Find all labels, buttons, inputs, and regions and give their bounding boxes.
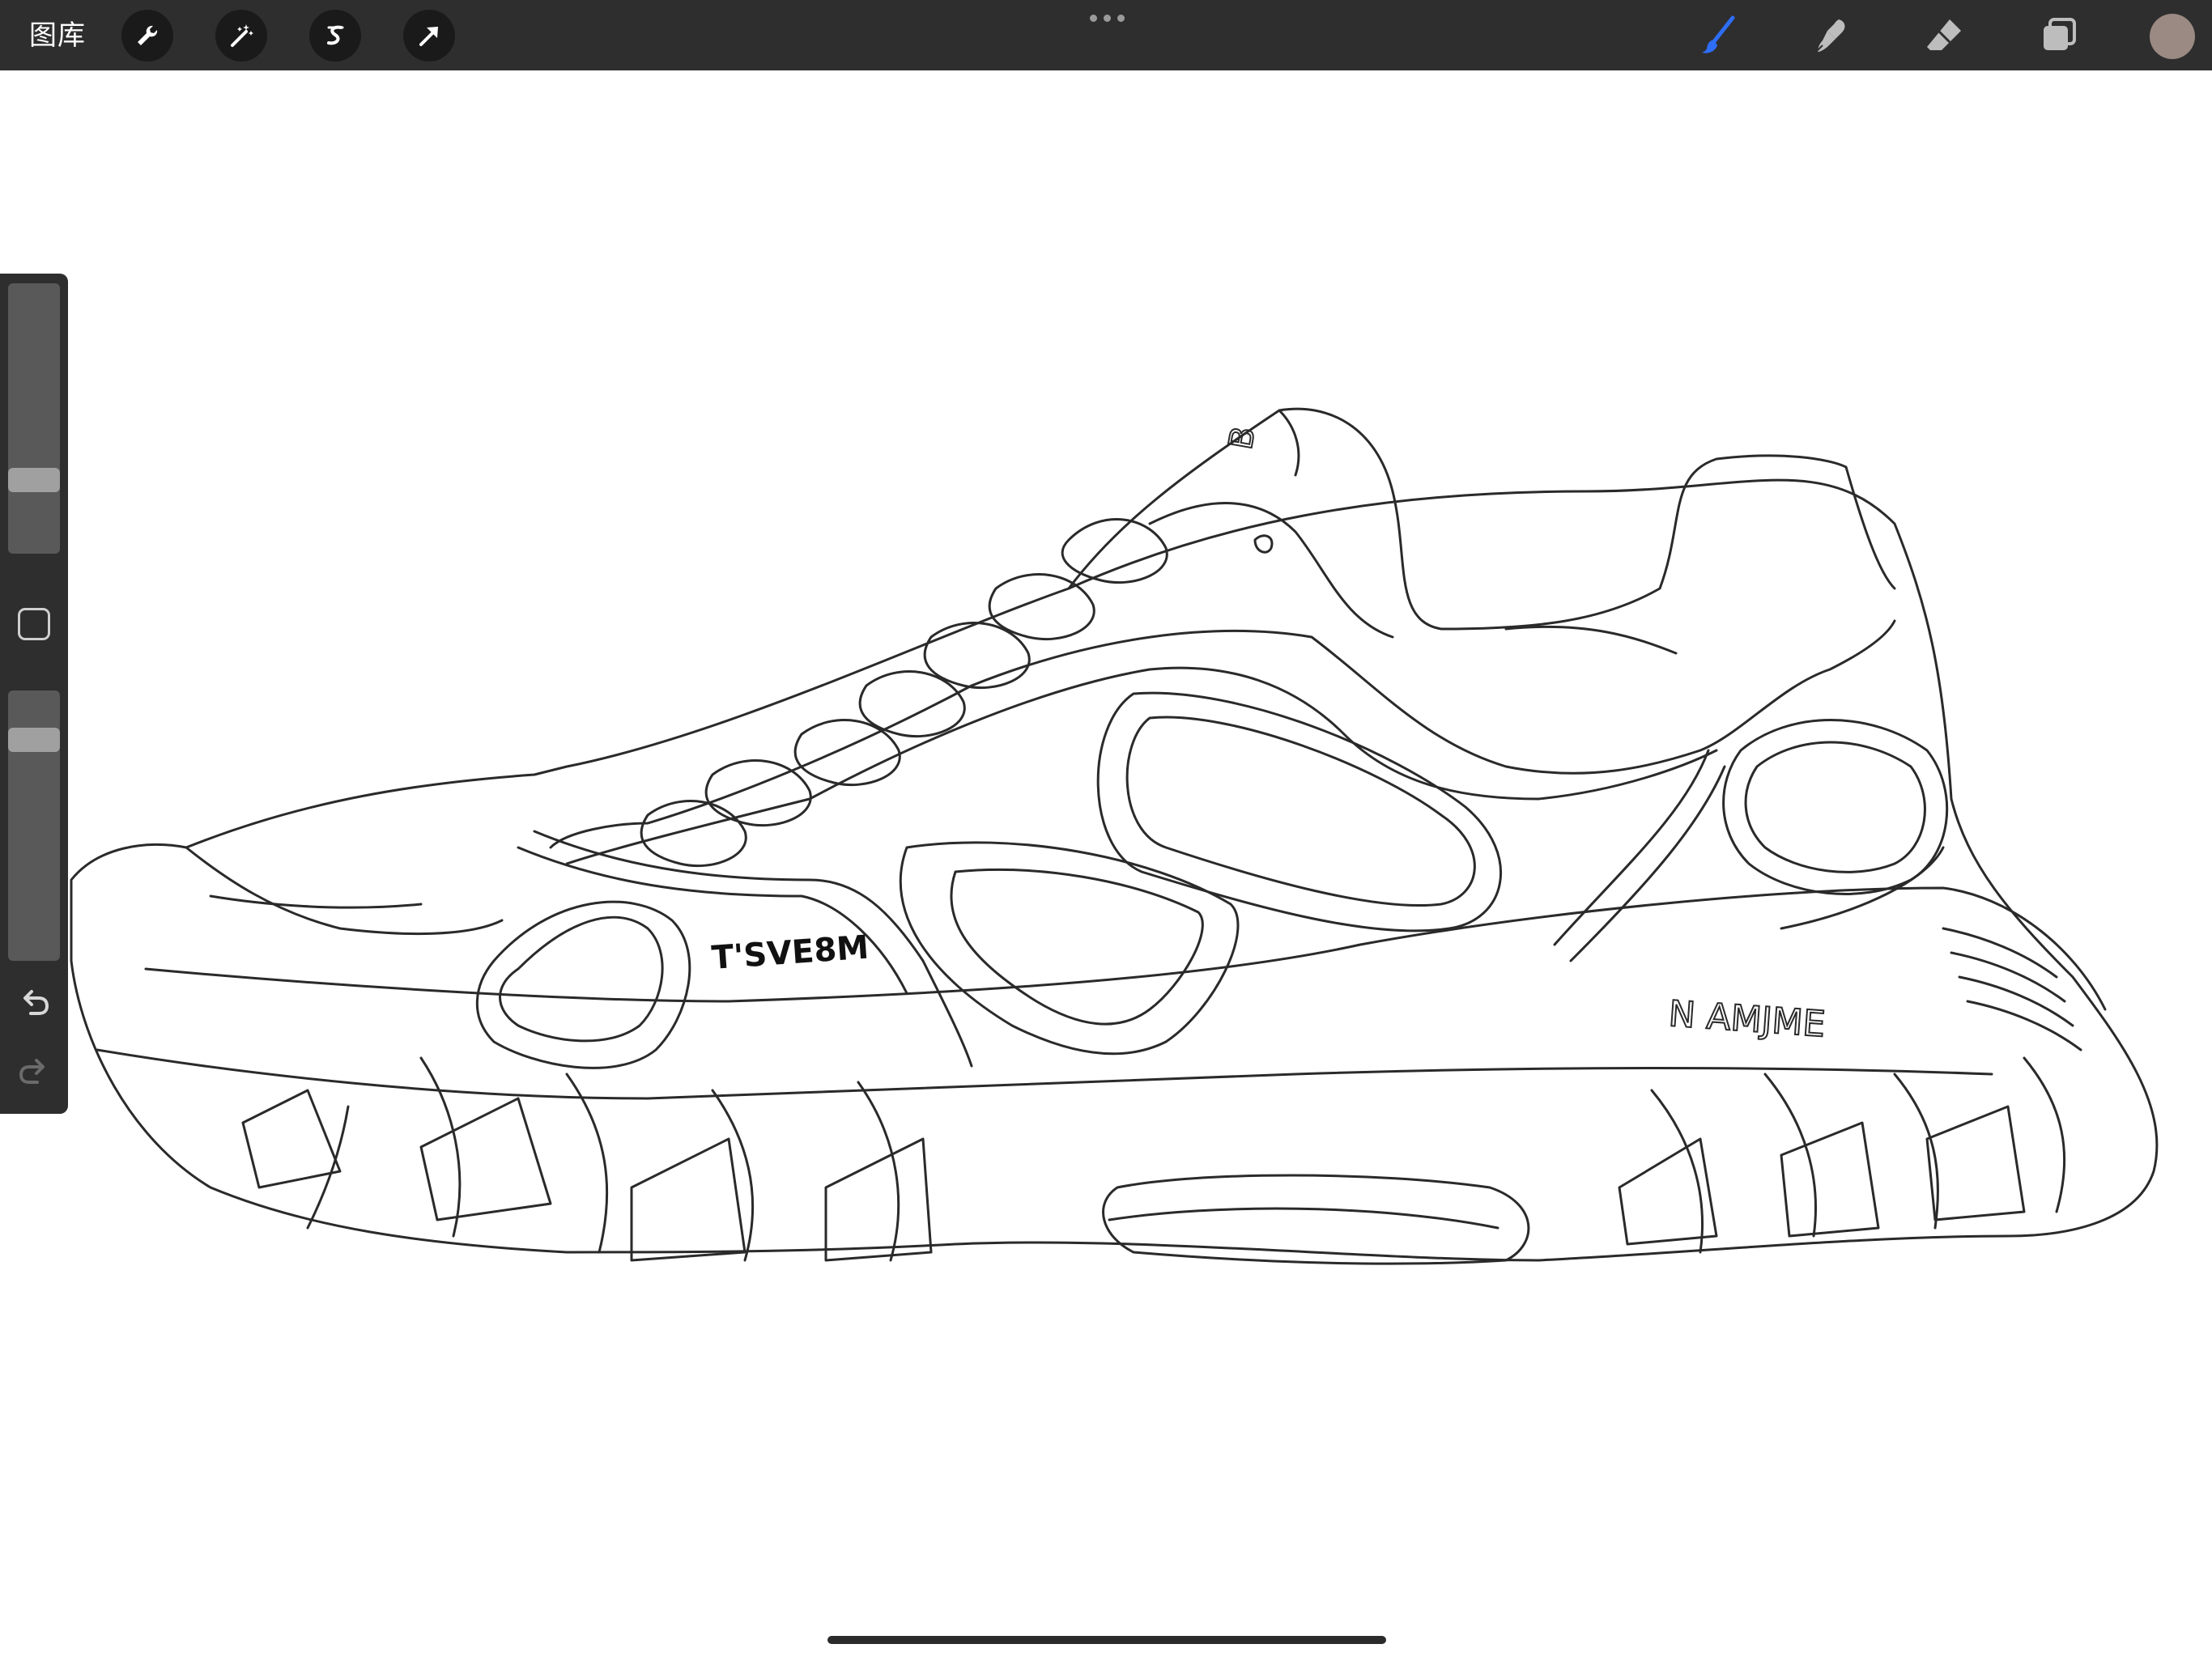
eraser-icon (1927, 19, 1961, 50)
selection-icon (327, 25, 344, 45)
transform-arrow-icon (419, 27, 438, 46)
selection-button[interactable] (309, 10, 361, 62)
transform-button[interactable] (403, 10, 455, 62)
actions-button[interactable] (121, 10, 173, 62)
sneaker-line-art: T'SVE8M N AMJME B (70, 407, 2159, 1265)
magic-wand-icon (231, 24, 253, 47)
adjustments-button[interactable] (215, 10, 267, 62)
brush-tool-button[interactable] (1695, 11, 1744, 60)
layers-button[interactable] (2035, 11, 2083, 60)
eraser-tool-button[interactable] (1921, 11, 1969, 60)
drawing-canvas[interactable]: T'SVE8M N AMJME B (0, 70, 2212, 1658)
brush-icon (1702, 15, 1735, 53)
smudge-tool-button[interactable] (1808, 11, 1857, 60)
more-options-icon[interactable] (1090, 15, 1125, 22)
top-toolbar: 图库 (0, 0, 2212, 70)
smudge-icon (1815, 19, 1845, 53)
home-indicator[interactable] (827, 1636, 1386, 1644)
layers-icon (2044, 18, 2076, 50)
sole-logo-text: N AMJME (1667, 993, 1827, 1045)
color-picker-button[interactable] (2150, 14, 2195, 59)
heel-tab-text: B (1223, 424, 1263, 452)
wrench-icon (138, 25, 158, 45)
side-logo-text: T'SVE8M (710, 929, 870, 977)
gallery-button[interactable]: 图库 (29, 18, 86, 53)
